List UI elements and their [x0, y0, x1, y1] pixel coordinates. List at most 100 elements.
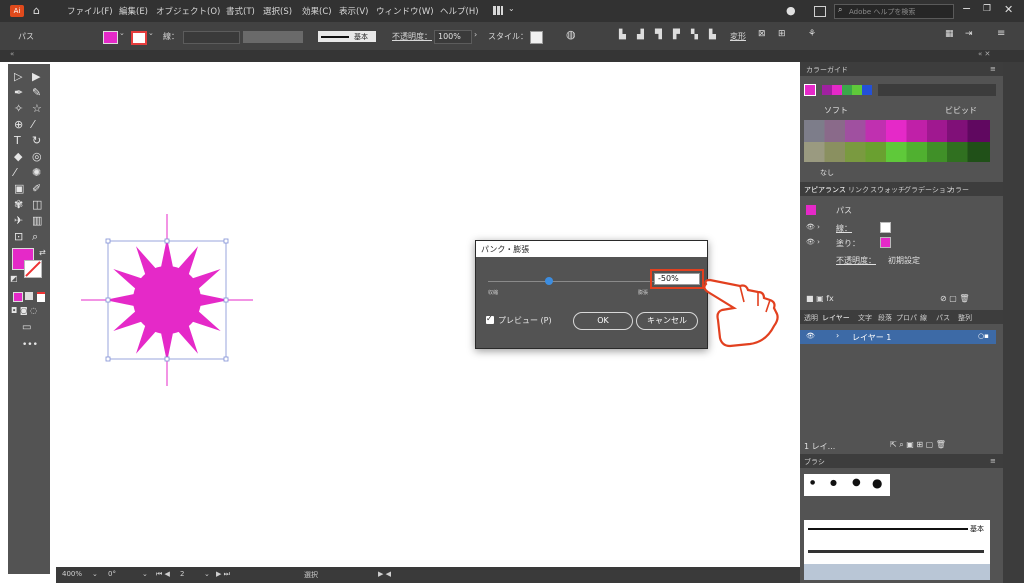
panel-tab-appearance[interactable]: アピアランス [804, 185, 846, 195]
chevron-down-icon[interactable]: ⌄ [508, 4, 515, 13]
target-icon[interactable]: ○▪ [978, 332, 989, 340]
magic-wand-icon[interactable]: ✧ [14, 102, 23, 115]
panel-tab-character[interactable]: 文字 [858, 313, 872, 323]
menu-type[interactable]: 書式(T) [226, 5, 255, 17]
none-mode-icon[interactable] [37, 292, 45, 302]
distribute-icon[interactable]: ⊞ [778, 29, 786, 39]
opacity-row-label[interactable]: 不透明度： [836, 255, 876, 266]
chevron-down-icon[interactable]: ⌄ [142, 570, 148, 578]
panel-tab-paragraph[interactable]: 段落 [878, 313, 892, 323]
panel-tab-layers[interactable]: レイヤー [822, 313, 850, 323]
panel-tab-swatches[interactable]: スウォッチ [870, 185, 905, 195]
fill-swatch[interactable] [103, 31, 118, 44]
menu-help[interactable]: ヘルプ(H) [440, 5, 479, 17]
gradient-mode-icon[interactable] [25, 292, 33, 300]
panel-tab-stroke[interactable]: 線 [920, 313, 927, 323]
menu-object[interactable]: オブジェクト(O) [156, 5, 220, 17]
recolor-icon[interactable]: ◍ [566, 28, 576, 41]
draw-mode-icon[interactable]: ◘ ◙ ◌ [11, 306, 37, 315]
spiral-tool-icon[interactable]: ⊕ [14, 118, 23, 131]
panel-tab-brushes[interactable]: ブラシ [804, 457, 825, 467]
menu-select[interactable]: 選択(S) [263, 5, 292, 17]
brush-dots-row[interactable]: ● ● ● ● [804, 474, 890, 496]
align-middle-icon[interactable]: ▚ [691, 30, 698, 40]
graphic-style-swatch[interactable] [530, 31, 543, 44]
direct-selection-tool-icon[interactable]: ▶ [32, 70, 40, 83]
screen-mode-icon[interactable]: ▭ [22, 322, 31, 333]
panel-tab-links[interactable]: リンク [848, 185, 869, 195]
ok-button[interactable]: OK [573, 312, 633, 330]
chevron-down-icon[interactable]: ⌄ [92, 570, 98, 578]
artboard-tool-icon[interactable]: ⊡ [14, 230, 23, 243]
preview-checkbox[interactable]: ✓ [486, 314, 494, 324]
minimize-icon[interactable]: − [962, 2, 971, 15]
clear-appearance-icon[interactable]: ⊘ ▢ 🗑 [940, 294, 970, 303]
eye-icon[interactable]: 👁 [806, 332, 815, 340]
color-guide-header[interactable]: カラーガイド ≡ [800, 62, 1003, 76]
transform-label[interactable]: 変形 [730, 31, 746, 42]
swap-colors-icon[interactable]: ⇄ [39, 248, 46, 257]
next-artboard-icon[interactable]: ▶ ⏭ [216, 570, 230, 579]
chevron-down-icon[interactable]: ⌄ [204, 570, 210, 578]
close-icon[interactable]: ✕ [1004, 3, 1013, 16]
hamburger-menu-icon[interactable]: ≡ [997, 28, 1005, 39]
isolate-icon[interactable]: ⊠ [758, 29, 766, 39]
chevron-right-icon[interactable]: › [474, 30, 477, 39]
panel-tab-properties[interactable]: プロパ [896, 313, 917, 323]
eye-icon[interactable]: 👁 › [806, 223, 820, 231]
pen-tool-icon[interactable]: ✒ [14, 86, 23, 99]
panel-menu-icon[interactable]: ≡ [990, 457, 996, 465]
bbox-handle[interactable] [164, 356, 170, 362]
slice-tool-icon[interactable]: ▥ [32, 214, 42, 227]
gradient-tool-icon[interactable]: ▣ [14, 182, 24, 195]
chevron-down-icon[interactable]: ⌄ [148, 29, 154, 37]
preview-label[interactable]: プレビュー (P) [498, 315, 552, 326]
slider-handle[interactable] [545, 277, 553, 285]
rotation-value[interactable]: 0° [108, 570, 116, 578]
stroke-row-label[interactable]: 線： [836, 223, 852, 234]
align-top-icon[interactable]: ▛ [673, 30, 680, 40]
bbox-handle[interactable] [223, 297, 229, 303]
stroke-row-swatch[interactable] [880, 222, 891, 233]
harmony-dropdown[interactable] [878, 84, 996, 96]
eye-icon[interactable]: 👁 › [806, 238, 820, 246]
more-tools-icon[interactable]: ••• [22, 340, 38, 350]
graph-tool-icon[interactable]: ◫ [32, 198, 42, 211]
menu-view[interactable]: 表示(V) [339, 5, 368, 17]
base-color-swatch[interactable] [804, 84, 816, 96]
fill-row-swatch[interactable] [880, 237, 891, 248]
paintbrush-tool-icon[interactable]: ⁄ [32, 118, 34, 131]
layers-footer-icons[interactable]: ⇱ ⌕ ▣ ⊞ ▢ 🗑 [890, 440, 946, 450]
menu-effect[interactable]: 効果(C) [302, 5, 332, 17]
panel-tab-align[interactable]: 整列 [958, 313, 972, 323]
arrange-icon[interactable]: ⇥ [965, 29, 973, 39]
zoom-tool-icon[interactable]: ⌕ [32, 230, 38, 244]
search-box[interactable]: ⌕ Adobe ヘルプを検索 [834, 4, 954, 19]
cancel-button[interactable]: キャンセル [636, 312, 698, 330]
variable-width-field[interactable] [243, 31, 303, 43]
align-left-icon[interactable]: ▙ [619, 30, 626, 40]
pin-tool-icon[interactable]: ✈ [14, 214, 23, 227]
home-icon[interactable]: ⌂ [33, 4, 40, 17]
puppet-warp-icon[interactable]: ⚘ [808, 29, 816, 39]
blend-tool-icon[interactable]: ✺ [32, 166, 41, 179]
collapse-icon[interactable]: « ✕ [978, 50, 990, 58]
collapse-icon[interactable]: « [10, 50, 14, 58]
color-mode-icon[interactable] [13, 292, 23, 302]
menu-window[interactable]: ウィンドウ(W) [376, 5, 434, 17]
value-input[interactable]: -50% [654, 273, 700, 285]
restore-icon[interactable]: ❐ [983, 4, 991, 14]
align-center-icon[interactable]: ▟ [637, 30, 644, 40]
layer-row[interactable]: 👁 › レイヤー 1 ○▪ [800, 330, 996, 344]
appearance-header[interactable]: アピアランス リンク スウォッチ グラデーション カラー [800, 182, 1003, 196]
bbox-handle[interactable] [105, 238, 111, 244]
menu-edit[interactable]: 編集(E) [119, 5, 148, 17]
opacity-label[interactable]: 不透明度： [392, 31, 432, 42]
harmony-strip[interactable] [822, 85, 872, 95]
eraser-tool-icon[interactable]: ◆ [14, 150, 22, 163]
layers-header[interactable]: 透明 レイヤー 文字 段落 プロパ 線 パス 整列 [800, 310, 1003, 324]
bbox-handle[interactable] [223, 238, 229, 244]
symbol-sprayer-icon[interactable]: ✾ [14, 198, 23, 211]
zoom-level[interactable]: 400% [62, 570, 82, 578]
panel-tab-pathfinder[interactable]: パス [936, 313, 950, 323]
